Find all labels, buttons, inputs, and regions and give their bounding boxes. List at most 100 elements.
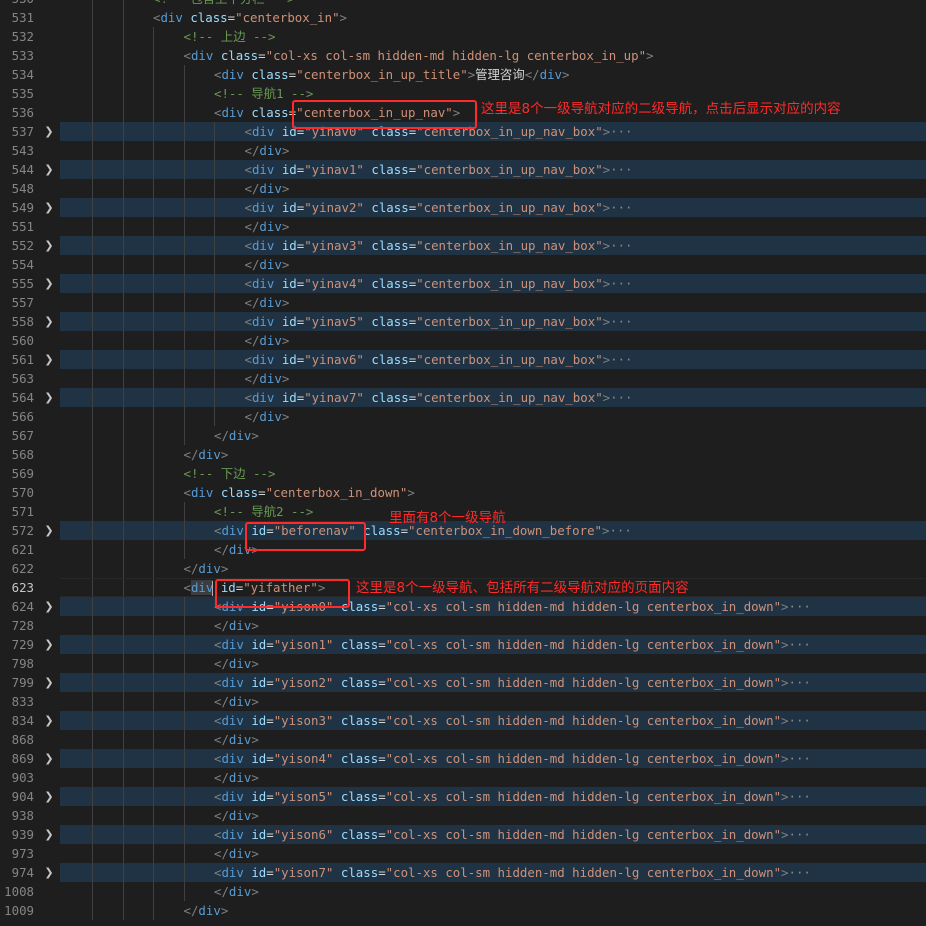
code-line[interactable]: 563 </div> [0,369,926,388]
indent-guide [183,84,185,103]
code-line[interactable]: 903 </div> [0,768,926,787]
fold-chevron-right-icon[interactable]: ❯ [42,274,56,293]
code-line[interactable]: 798 </div> [0,654,926,673]
code-token: div [259,295,282,310]
code-line[interactable]: 799 ❯ <div id="yison2" class="col-xs col-s… [0,673,926,692]
code-line[interactable]: 621 </div> [0,540,926,559]
indent-guide [153,369,154,388]
code-line[interactable]: 552 ❯ <div id="yinav3" class="centerbox_in… [0,236,926,255]
fold-chevron-right-icon[interactable]: ❯ [42,312,56,331]
code-line[interactable]: 555 ❯ <div id="yinav4" class="centerbox_in… [0,274,926,293]
code-line[interactable]: 567 </div> [0,426,926,445]
code-line[interactable]: 530 <!-- 包含上下分栏 --> [0,0,926,8]
fold-chevron-right-icon[interactable]: ❯ [42,198,56,217]
code-token: > [251,428,259,443]
code-line[interactable]: 568 </div> [0,445,926,464]
indent-guide [183,806,185,825]
indent-guide [122,46,124,65]
indent-guide [183,521,185,540]
code-line[interactable]: 869 ❯ <div id="yison4" class="col-xs col-s… [0,749,926,768]
code-line[interactable]: 974 ❯ <div id="yison7" class="col-xs col-s… [0,863,926,882]
fold-chevron-right-icon[interactable]: ❯ [42,160,56,179]
code-token: </ [183,447,199,462]
code-line[interactable]: 561 ❯ <div id="yinav6" class="centerbox_in… [0,350,926,369]
code-line[interactable]: 558 ❯ <div id="yinav5" class="centerbox_in… [0,312,926,331]
code-line[interactable]: 973 </div> [0,844,926,863]
indent-guide [153,806,154,825]
code-line[interactable]: 548 </div> [0,179,926,198]
code-line[interactable]: 938 </div> [0,806,926,825]
code-line[interactable]: 570 <div class="centerbox_in_down"> [0,483,926,502]
code-token: </ [214,428,229,443]
code-token: div [539,67,563,82]
code-line[interactable]: 728 </div> [0,616,926,635]
indent-guide [92,692,93,711]
fold-chevron-right-icon[interactable]: ❯ [42,236,56,255]
fold-chevron-right-icon[interactable]: ❯ [42,350,56,369]
code-line[interactable]: 544 ❯ <div id="yinav1" class="centerbox_in… [0,160,926,179]
code-line[interactable]: 534 <div class="centerbox_in_up_title">管理… [0,65,926,84]
code-line[interactable]: 532 <!-- 上边 --> [0,27,926,46]
code-token: </ [244,143,260,158]
code-token: div [251,124,275,139]
fold-chevron-right-icon[interactable]: ❯ [42,863,56,882]
code-line[interactable]: 729 ❯ <div id="yison1" class="col-xs col-s… [0,635,926,654]
code-line[interactable]: 904 ❯ <div id="yison5" class="col-xs col-s… [0,787,926,806]
code-line[interactable]: 560 </div> [0,331,926,350]
code-line[interactable]: 533 <div class="col-xs col-sm hidden-md h… [0,46,926,65]
code-token: "centerbox_in_up_nav_box" [416,390,603,405]
code-line[interactable]: 549 ❯ <div id="yinav2" class="centerbox_in… [0,198,926,217]
line-number: 728 [11,618,34,633]
code-line[interactable]: 624 ❯ <div id="yison0" class="col-xs col-s… [0,597,926,616]
indent-guide [183,597,185,616]
code-line[interactable]: 868 </div> [0,730,926,749]
fold-chevron-right-icon[interactable]: ❯ [42,597,56,616]
code-line[interactable]: 834 ❯ <div id="yison3" class="col-xs col-s… [0,711,926,730]
indent-guide [92,236,93,255]
code-token: div [198,903,221,918]
fold-chevron-right-icon[interactable]: ❯ [42,388,56,407]
code-text: <div id="yinav1" class="centerbox_in_up_… [245,160,633,179]
code-token: "centerbox_in" [235,10,340,25]
indent-guide [183,312,185,331]
indent-guide [183,540,185,559]
indent-guide [122,749,124,768]
code-line[interactable]: 557 </div> [0,293,926,312]
fold-chevron-right-icon[interactable]: ❯ [42,521,56,540]
code-line[interactable]: 554 </div> [0,255,926,274]
line-number: 548 [11,181,34,196]
code-line[interactable]: 551 </div> [0,217,926,236]
indent-guide [153,673,154,692]
code-editor[interactable]: 530<!-- 包含上下分栏 -->531<div class="centerb… [0,0,926,920]
fold-chevron-right-icon[interactable]: ❯ [42,711,56,730]
code-line[interactable]: 531 <div class="centerbox_in"> [0,8,926,27]
code-line[interactable]: 569 <!-- 下边 --> [0,464,926,483]
fold-chevron-right-icon[interactable]: ❯ [42,122,56,141]
code-token: ··· [610,352,633,367]
fold-chevron-right-icon[interactable]: ❯ [42,787,56,806]
code-token: "yison6" [273,827,334,842]
code-token: div [228,428,252,443]
code-token: div [198,447,221,462]
code-line[interactable]: 1009 </div> [0,901,926,920]
code-token: </ [214,694,229,709]
fold-chevron-right-icon[interactable]: ❯ [42,825,56,844]
code-line[interactable]: 564 ❯ <div id="yinav7" class="centerbox_in… [0,388,926,407]
code-line[interactable]: 939 ❯ <div id="yison6" class="col-xs col-s… [0,825,926,844]
code-line[interactable]: 1008 </div> [0,882,926,901]
line-number: 729 [11,637,34,652]
fold-chevron-right-icon[interactable]: ❯ [42,673,56,692]
code-line[interactable]: 566 </div> [0,407,926,426]
code-line[interactable]: 543 </div> [0,141,926,160]
fold-chevron-right-icon[interactable]: ❯ [42,635,56,654]
indent-guide [153,749,154,768]
code-line[interactable]: 833 </div> [0,692,926,711]
fold-chevron-right-icon[interactable]: ❯ [42,749,56,768]
code-token: > [602,314,611,329]
code-text: </div> [184,901,229,920]
code-token: div [259,333,282,348]
